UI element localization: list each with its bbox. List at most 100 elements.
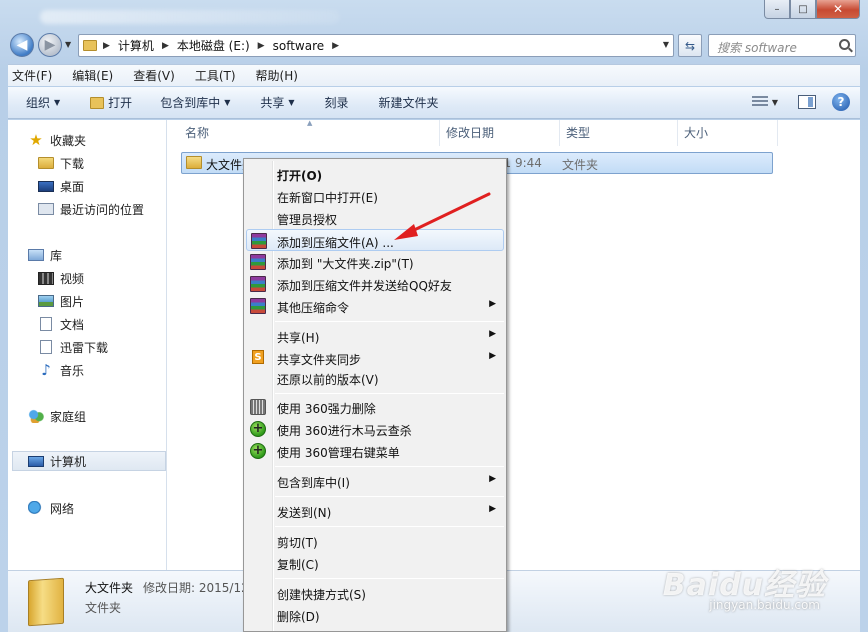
sidebar-item-pictures[interactable]: 图片 xyxy=(38,291,84,311)
menu-item-cut[interactable]: 剪切(T) xyxy=(246,530,504,552)
chevron-right-icon[interactable]: ▶ xyxy=(332,41,339,51)
sidebar-item-downloads[interactable]: 下载 xyxy=(38,153,84,173)
sidebar-item-libraries[interactable]: 库 xyxy=(28,245,62,265)
sidebar-label: 计算机 xyxy=(50,454,87,469)
menu-item-shortcut[interactable]: 创建快捷方式(S) xyxy=(246,582,504,604)
sidebar-label: 最近访问的位置 xyxy=(60,202,145,217)
crumb-computer[interactable]: 计算机 xyxy=(118,37,154,54)
chevron-down-icon[interactable]: ▼ xyxy=(772,98,778,107)
search-icon[interactable] xyxy=(839,39,850,50)
column-divider[interactable] xyxy=(677,120,678,146)
help-icon[interactable]: ? xyxy=(832,93,850,111)
menu-separator xyxy=(275,393,504,394)
share-button[interactable]: 共享 ▼ xyxy=(260,94,294,111)
menu-label: 使用 360管理右键菜单 xyxy=(277,446,400,460)
menu-item-copy[interactable]: 复制(C) xyxy=(246,552,504,574)
sidebar-item-music[interactable]: ♪ 音乐 xyxy=(38,360,84,380)
sidebar-item-desktop[interactable]: 桌面 xyxy=(38,176,84,196)
chevron-down-icon[interactable]: ▼ xyxy=(663,40,669,49)
menu-label: 发送到(N) xyxy=(277,506,332,520)
command-bar: 组织 ▼ 打开 包含到库中 ▼ 共享 ▼ 刻录 新建文件夹 ▼ ? xyxy=(8,87,860,119)
sidebar-item-documents[interactable]: 文档 xyxy=(38,314,84,334)
menu-item-360-delete[interactable]: 使用 360强力删除 xyxy=(246,396,504,418)
organize-label: 组织 xyxy=(26,96,51,110)
menu-item-restore[interactable]: 还原以前的版本(V) xyxy=(246,367,504,389)
burn-button[interactable]: 刻录 xyxy=(325,94,349,111)
refresh-button[interactable]: ⇆ xyxy=(678,34,702,57)
menu-item-send-to[interactable]: 发送到(N) ▶ xyxy=(246,500,504,522)
open-label: 打开 xyxy=(108,96,133,110)
menu-item-share-sync[interactable]: S 共享文件夹同步 ▶ xyxy=(246,347,504,369)
sidebar-item-videos[interactable]: 视频 xyxy=(38,268,84,288)
sidebar-item-favorites[interactable]: ★ 收藏夹 xyxy=(28,130,86,150)
sidebar-item-recent[interactable]: 最近访问的位置 xyxy=(38,199,144,219)
include-library-button[interactable]: 包含到库中 ▼ xyxy=(160,94,230,111)
column-divider[interactable] xyxy=(777,120,778,146)
toolbar-right: ▼ ? xyxy=(751,93,850,111)
menu-item-share[interactable]: 共享(H) ▶ xyxy=(246,325,504,347)
refresh-icon: ⇆ xyxy=(684,38,696,53)
preview-pane-icon[interactable] xyxy=(798,95,816,109)
sidebar-item-xunlei[interactable]: 迅雷下载 xyxy=(38,337,108,357)
minimize-button[interactable]: – xyxy=(764,0,790,19)
blurred-title xyxy=(40,10,340,24)
menu-item-360-scan[interactable]: + 使用 360进行木马云查杀 xyxy=(246,418,504,440)
menu-item-360-menu[interactable]: + 使用 360管理右键菜单 xyxy=(246,440,504,462)
menu-separator xyxy=(275,466,504,467)
column-header-name[interactable]: 名称 xyxy=(185,124,209,141)
menu-label: 共享文件夹同步 xyxy=(277,353,362,367)
forward-button[interactable]: ▶ xyxy=(38,33,62,57)
menu-item-add-send-qq[interactable]: 添加到压缩文件并发送给QQ好友 xyxy=(246,273,504,295)
chevron-right-icon[interactable]: ▶ xyxy=(103,41,110,51)
menu-item-delete[interactable]: 删除(D) xyxy=(246,604,504,626)
search-input[interactable]: 搜索 software xyxy=(708,34,856,57)
chevron-right-icon[interactable]: ▶ xyxy=(258,41,265,51)
menu-item-add-archive[interactable]: 添加到压缩文件(A) ... xyxy=(246,229,504,251)
close-button[interactable]: ✕ xyxy=(816,0,860,19)
menu-item-other-compress[interactable]: 其他压缩命令 ▶ xyxy=(246,295,504,317)
crumb-software[interactable]: software xyxy=(273,39,325,53)
sidebar-item-homegroup[interactable]: 家庭组 xyxy=(28,406,86,426)
menu-item-admin-grant[interactable]: 管理员授权 xyxy=(246,207,504,229)
menu-item-add-zip[interactable]: 添加到 "大文件夹.zip"(T) xyxy=(246,251,504,273)
chevron-right-icon[interactable]: ▶ xyxy=(162,41,169,51)
desktop-icon xyxy=(38,180,54,192)
menu-label: 删除(D) xyxy=(277,610,320,624)
recent-pages-dropdown[interactable]: ▼ xyxy=(65,40,71,49)
sidebar-label: 音乐 xyxy=(60,363,85,378)
menu-label: 还原以前的版本(V) xyxy=(277,373,379,387)
column-divider[interactable] xyxy=(439,120,440,146)
menu-item-open-new-window[interactable]: 在新窗口中打开(E) xyxy=(246,185,504,207)
picture-icon xyxy=(38,295,54,307)
menu-tools[interactable]: 工具(T) xyxy=(193,67,238,84)
column-divider[interactable] xyxy=(559,120,560,146)
new-folder-button[interactable]: 新建文件夹 xyxy=(379,94,439,111)
maximize-button[interactable]: □ xyxy=(790,0,816,19)
sidebar-item-network[interactable]: 网络 xyxy=(28,498,74,518)
crumb-drive-e[interactable]: 本地磁盘 (E:) xyxy=(177,37,250,54)
menu-label: 打开(O) xyxy=(277,169,323,183)
menu-edit[interactable]: 编辑(E) xyxy=(70,67,115,84)
menu-item-open[interactable]: 打开(O) xyxy=(246,163,504,185)
sidebar-label: 家庭组 xyxy=(50,409,87,424)
menu-file[interactable]: 文件(F) xyxy=(10,67,54,84)
back-arrow-icon: ◀ xyxy=(16,37,28,53)
column-header-date[interactable]: 修改日期 xyxy=(446,124,494,141)
menu-help[interactable]: 帮助(H) xyxy=(254,67,300,84)
large-folder-icon xyxy=(28,577,64,627)
menu-label: 创建快捷方式(S) xyxy=(277,588,366,602)
winrar-icon xyxy=(251,233,267,249)
sidebar-item-computer[interactable]: 计算机 xyxy=(12,451,166,471)
column-header-type[interactable]: 类型 xyxy=(566,124,590,141)
menu-item-include-library[interactable]: 包含到库中(I) ▶ xyxy=(246,470,504,492)
open-button[interactable]: 打开 xyxy=(90,94,132,111)
column-header-size[interactable]: 大小 xyxy=(684,124,708,141)
menu-view[interactable]: 查看(V) xyxy=(131,67,177,84)
chevron-down-icon: ▼ xyxy=(224,98,231,107)
menu-label: 管理员授权 xyxy=(277,213,338,227)
security-360-icon: + xyxy=(250,443,266,459)
view-options-icon[interactable] xyxy=(751,96,768,108)
back-button[interactable]: ◀ xyxy=(10,33,34,57)
address-bar[interactable]: ▶ 计算机 ▶ 本地磁盘 (E:) ▶ software ▶ ▼ xyxy=(78,34,674,57)
organize-button[interactable]: 组织 ▼ xyxy=(26,94,60,111)
